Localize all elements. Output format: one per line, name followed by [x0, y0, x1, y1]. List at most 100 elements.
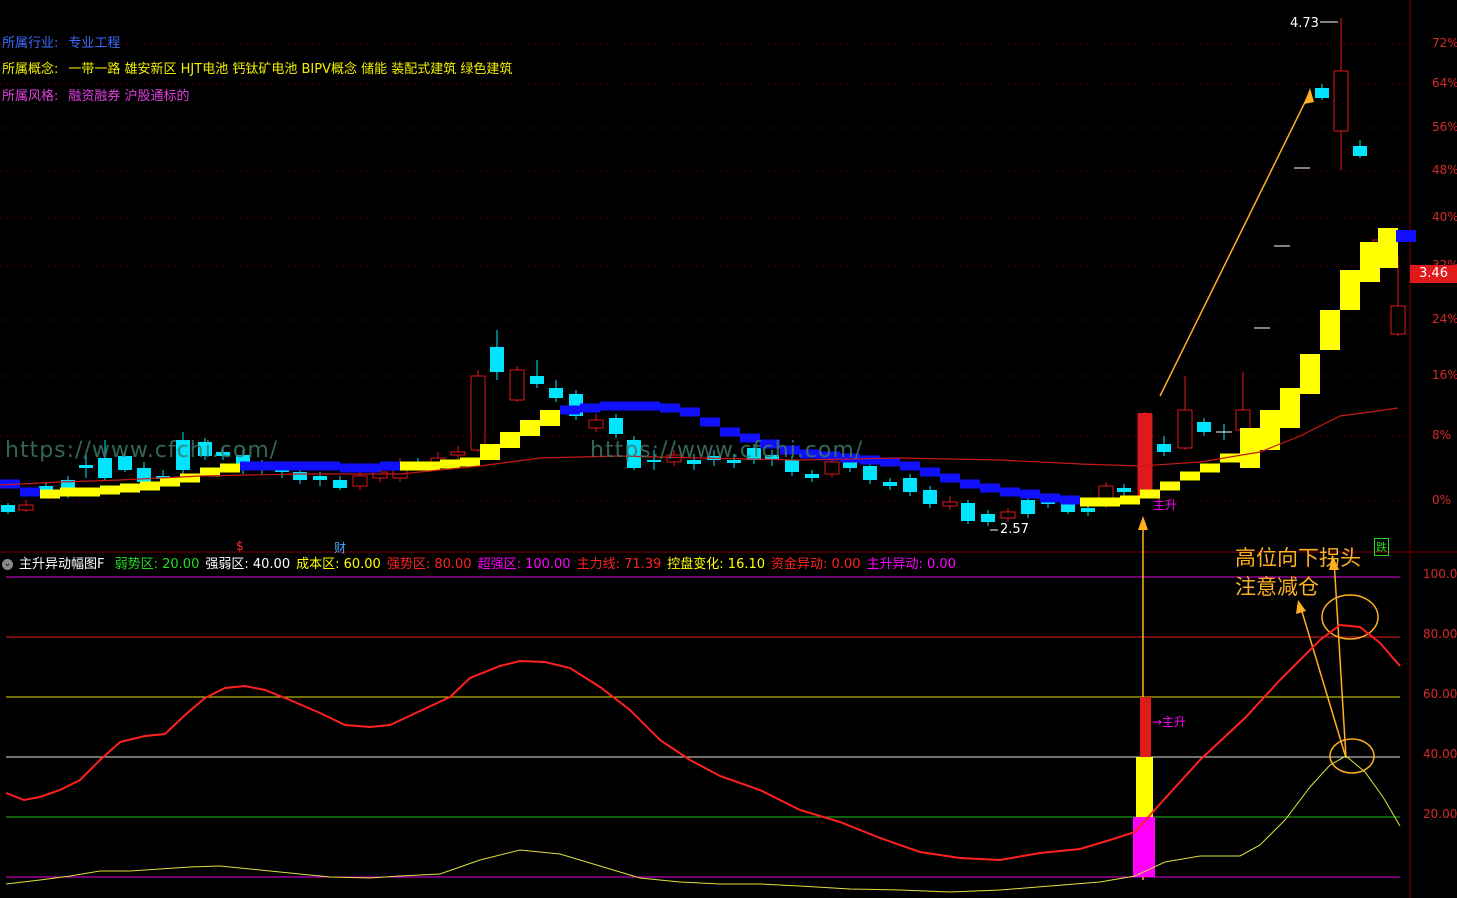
low-price-label: 2.57: [1000, 522, 1029, 537]
down-candle: [549, 388, 563, 398]
up-candle: [1000, 511, 1016, 519]
dividend-marker[interactable]: $: [236, 539, 244, 553]
up-candle: [1235, 409, 1251, 431]
support-band-step: [1200, 463, 1220, 473]
support-band-step: [1040, 493, 1060, 503]
support-band-step: [560, 405, 580, 415]
indicator-axis-label: 40.00: [1423, 747, 1457, 761]
support-band-step: [480, 444, 500, 460]
support-band-step: [680, 407, 700, 417]
price-axis-label: 8%: [1432, 428, 1452, 442]
support-band-step: [1020, 489, 1040, 499]
up-candle: [18, 504, 34, 511]
support-band-step: [600, 401, 620, 411]
annot-arrow-head-1: [1296, 600, 1306, 614]
support-band-step: [440, 459, 460, 469]
support-band-step: [180, 473, 200, 483]
industry-label: 所属行业:: [2, 36, 59, 51]
indicator-param-2: 成本区: 60.00: [296, 557, 381, 572]
down-candle: [805, 474, 819, 478]
support-band-step: [1100, 497, 1120, 507]
down-candle: [961, 503, 975, 521]
support-band-step: [1120, 495, 1140, 505]
support-band-step: [140, 481, 160, 491]
down-candle: [1, 505, 15, 512]
turn-highlight-circle: [1329, 738, 1375, 774]
support-band-step: [340, 463, 360, 473]
support-band-step: [1060, 495, 1080, 505]
trend-arrow-head: [1304, 88, 1314, 104]
concept-label: 所属概念:: [2, 62, 59, 77]
down-candle: [293, 472, 307, 480]
down-candle: [883, 482, 897, 486]
support-band-step: [700, 417, 720, 427]
concept-info: 所属概念: 一带一路 雄安新区 HJT电池 钙钛矿电池 BIPV概念 储能 装配式…: [2, 58, 512, 77]
style-value: 融资融券 沪股通标的: [68, 89, 190, 104]
control-change-line: [5, 755, 1401, 893]
indicator-axis-label: 20.00: [1423, 807, 1457, 821]
indicator-param-3: 强势区: 80.00: [386, 557, 472, 572]
support-band-step: [1280, 388, 1300, 428]
support-band-step: [960, 479, 980, 489]
price-axis-label: 48%: [1432, 163, 1457, 177]
support-band-step: [100, 485, 120, 495]
collapse-icon[interactable]: ⌄: [2, 559, 13, 570]
price-axis-label: 72%: [1432, 36, 1457, 50]
annotation-line-1: 高位向下拐头: [1235, 546, 1361, 570]
fall-marker[interactable]: 跌: [1374, 538, 1389, 556]
support-band-step: [1080, 497, 1100, 507]
up-candle: [824, 461, 840, 475]
support-band-step: [380, 461, 400, 471]
support-band-step: [20, 487, 40, 497]
support-band-step: [280, 461, 300, 471]
down-candle: [1157, 444, 1171, 452]
support-band-step: [460, 457, 480, 467]
down-candle: [1197, 422, 1211, 432]
support-band-step: [920, 467, 940, 477]
up-candle: [1390, 305, 1406, 335]
indicator-param-bar: ⌄ 主升异动幅图F 弱势区: 20.00 强弱区: 40.00 成本区: 60.00 强…: [2, 553, 968, 572]
down-candle: [490, 347, 504, 372]
indicator-param-4: 超强区: 100.00: [477, 557, 571, 572]
price-axis-label: 64%: [1432, 76, 1457, 90]
indicator-param-8: 主升异动: 0.00: [866, 557, 956, 572]
support-band-step: [640, 401, 660, 411]
financial-report-marker[interactable]: 财: [334, 539, 346, 556]
main-force-line: [5, 623, 1401, 862]
price-axis-label: 24%: [1432, 312, 1457, 326]
up-candle: [1177, 409, 1193, 449]
indicator-param-6: 控盘变化: 16.10: [667, 557, 766, 572]
indicator-axis-label: 60.00: [1423, 687, 1457, 701]
down-candle: [903, 478, 917, 492]
up-candle: [509, 369, 525, 401]
support-band-step: [1160, 481, 1180, 491]
support-band-step: [1180, 471, 1200, 481]
support-band-step: [580, 403, 600, 413]
support-band-step: [980, 483, 1000, 493]
support-band-step: [1000, 487, 1020, 497]
signal-bar-mid: [1136, 757, 1153, 817]
down-candle: [1081, 508, 1095, 512]
support-band-step: [60, 487, 80, 497]
support-band-step: [1260, 410, 1280, 450]
support-band-step: [540, 410, 560, 426]
support-band-step: [220, 463, 240, 473]
down-candle: [137, 468, 151, 482]
watermark-right: https://www.cfchi.com/: [590, 438, 864, 463]
current-price-tag: 3.46: [1410, 265, 1457, 283]
industry-info: 所属行业: 专业工程: [2, 32, 120, 51]
support-band-step: [1240, 428, 1260, 468]
indicator-axis-label: 80.00: [1423, 627, 1457, 641]
price-axis-label: 40%: [1432, 210, 1457, 224]
support-band-step: [420, 461, 440, 471]
indicator-param-5: 主力线: 71.39: [576, 557, 662, 572]
trend-arrow-line: [1159, 91, 1311, 397]
support-band-step: [720, 427, 740, 437]
down-candle: [981, 514, 995, 522]
down-candle: [79, 465, 93, 468]
annotation-text: 高位向下拐头 注意减仓: [1235, 544, 1361, 602]
indicator-name[interactable]: 主升异动幅图F: [19, 557, 104, 572]
support-band-step: [300, 461, 320, 471]
price-axis-label: 56%: [1432, 120, 1457, 134]
down-candle: [1315, 88, 1329, 98]
